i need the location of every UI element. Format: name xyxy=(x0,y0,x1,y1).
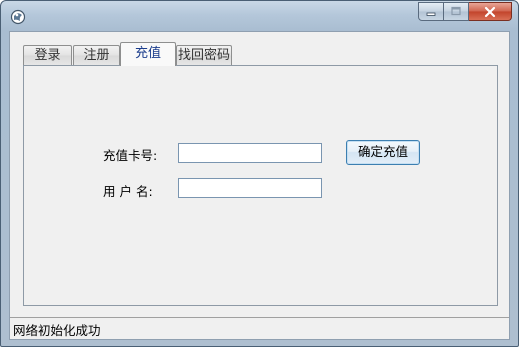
status-bar: 网络初始化成功 xyxy=(10,317,509,339)
maximize-icon xyxy=(451,6,461,16)
close-icon xyxy=(484,6,496,17)
username-label: 用 户 名: xyxy=(103,184,153,199)
tab-register[interactable]: 注册 xyxy=(73,45,120,65)
card-number-input[interactable] xyxy=(178,143,322,163)
tab-recover-password[interactable]: 找回密码 xyxy=(176,45,232,65)
card-number-label: 充值卡号: xyxy=(103,148,158,163)
minimize-icon xyxy=(426,12,436,16)
title-bar[interactable] xyxy=(1,1,518,31)
client-area: 登录 注册 充值 找回密码 充值卡号: 确定充值 用 户 名: 网络初始化成功 xyxy=(9,31,510,340)
maximize-button[interactable] xyxy=(444,2,469,21)
app-icon xyxy=(10,9,26,25)
tab-recharge[interactable]: 充值 xyxy=(120,42,176,66)
close-button[interactable] xyxy=(469,2,512,21)
minimize-button[interactable] xyxy=(418,2,444,21)
username-input[interactable] xyxy=(178,178,322,198)
recharge-panel: 充值卡号: 确定充值 用 户 名: xyxy=(23,65,498,306)
app-window: 登录 注册 充值 找回密码 充值卡号: 确定充值 用 户 名: 网络初始化成功 xyxy=(0,0,519,347)
tab-login[interactable]: 登录 xyxy=(23,45,72,65)
confirm-recharge-button[interactable]: 确定充值 xyxy=(346,140,420,165)
status-text: 网络初始化成功 xyxy=(13,323,101,338)
